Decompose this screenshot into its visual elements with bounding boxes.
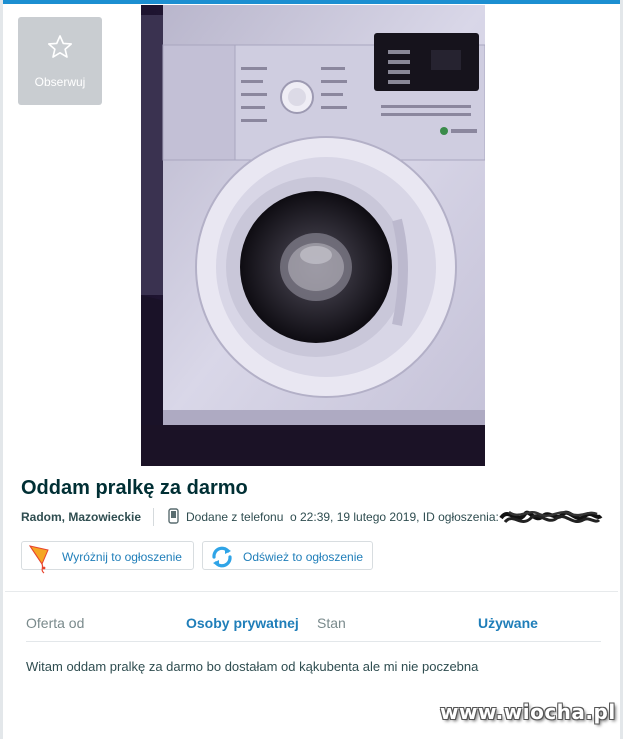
listing-photo[interactable] [141,5,485,466]
listing-title: Oddam pralkę za darmo [21,477,248,499]
added-date-and-id: o 22:39, 19 lutego 2019, ID ogłoszenia: [290,510,499,524]
refresh-listing-button[interactable]: Odśwież to ogłoszenie [202,541,373,570]
param-label-offer-from: Oferta od [26,615,85,631]
star-outline-icon [47,35,73,58]
param-value-condition[interactable]: Używane [478,615,538,631]
feature-listing-label: Wyróżnij to ogłoszenie [62,550,182,564]
observe-button[interactable]: Obserwuj [18,17,102,105]
added-via: Dodane z telefonu [186,510,284,524]
refresh-icon [212,546,232,568]
kite-icon [28,545,49,574]
redacted-id-scribble [499,502,603,535]
top-accent-bar [0,0,623,4]
site-watermark: www.wiocha.pl [440,700,616,724]
section-divider [5,591,618,592]
listing-description: Witam oddam pralkę za darmo bo dostałam … [26,659,479,674]
phone-icon [168,508,179,527]
refresh-listing-label: Odśwież to ogłoszenie [243,550,364,564]
washing-machine-image [141,5,485,466]
param-label-condition: Stan [317,615,346,631]
listing-params: Oferta od Osoby prywatnej Stan Używane [26,615,601,633]
feature-listing-button[interactable]: Wyróżnij to ogłoszenie [21,541,194,574]
page-frame-left [0,0,3,739]
param-value-offer-from[interactable]: Osoby prywatnej [186,615,299,631]
listing-location[interactable]: Radom, Mazowieckie [21,510,141,524]
meta-separator [153,508,154,526]
params-divider [26,641,601,642]
observe-label: Obserwuj [34,75,86,89]
